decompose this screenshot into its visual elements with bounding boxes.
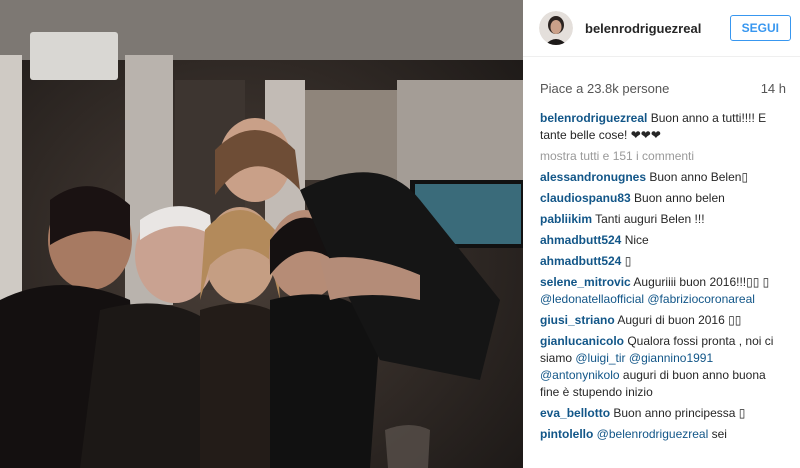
post-header: belenrodriguezreal SEGUI	[523, 0, 800, 57]
comment-username[interactable]: eva_bellotto	[540, 406, 610, 420]
comment: claudiospanu83 Buon anno belen	[540, 190, 786, 207]
comment-username[interactable]: gianlucanicolo	[540, 334, 624, 348]
caption: belenrodriguezreal Buon anno a tutti!!!!…	[540, 110, 786, 144]
comment-username[interactable]: pabliikim	[540, 212, 592, 226]
follow-button[interactable]: SEGUI	[729, 15, 791, 41]
caption-username[interactable]: belenrodriguezreal	[540, 111, 647, 125]
comment: ahmadbutt524 Nice	[540, 232, 786, 249]
avatar[interactable]	[539, 11, 573, 45]
comment: gianlucanicolo Qualora fossi pronta , no…	[540, 333, 786, 401]
comment-username[interactable]: giusi_striano	[540, 313, 615, 327]
comment-text: Nice	[621, 233, 649, 247]
comment-username[interactable]: alessandronugnes	[540, 170, 646, 184]
show-all-comments-link[interactable]: mostra tutti e 151 i commenti	[540, 148, 786, 165]
comment-username[interactable]: pintolello	[540, 427, 593, 441]
comment-text: Buon anno Belen▯	[646, 170, 749, 184]
avatar-image	[539, 11, 573, 45]
mention-link[interactable]: @luigi_tir	[575, 351, 625, 365]
mention-link[interactable]: @antonynikolo	[540, 368, 620, 382]
post-time[interactable]: 14 h	[761, 81, 786, 96]
post-sidebar: belenrodriguezreal SEGUI Piace a 23.8k p…	[523, 0, 800, 468]
comment-text: Auguriiii buon 2016!!!▯▯ ▯	[630, 275, 770, 289]
post-viewer: belenrodriguezreal SEGUI Piace a 23.8k p…	[0, 0, 800, 468]
comment-text: Buon anno principessa ▯	[610, 406, 746, 420]
comment-text: Buon anno belen	[630, 191, 725, 205]
post-meta: Piace a 23.8k persone 14 h	[523, 57, 800, 96]
comment-username[interactable]: selene_mitrovic	[540, 275, 631, 289]
comment: pabliikim Tanti auguri Belen !!!	[540, 211, 786, 228]
comment-username[interactable]: ahmadbutt524	[540, 254, 621, 268]
comment-text: ▯	[621, 254, 632, 268]
comments-list: belenrodriguezreal Buon anno a tutti!!!!…	[523, 96, 800, 443]
mention-link[interactable]: @fabriziocoronareal	[647, 292, 755, 306]
comment-username[interactable]: claudiospanu83	[540, 191, 631, 205]
mention-link[interactable]: @giannino1991	[629, 351, 713, 365]
mention-link[interactable]: @ledonatellaofficial	[540, 292, 644, 306]
comment: alessandronugnes Buon anno Belen▯	[540, 169, 786, 186]
comment: pintolello @belenrodriguezreal sei	[540, 426, 786, 443]
comment-username[interactable]: ahmadbutt524	[540, 233, 621, 247]
comment-text: Tanti auguri Belen !!!	[592, 212, 705, 226]
post-photo[interactable]	[0, 0, 523, 468]
comment-text-tail: sei	[708, 427, 727, 441]
likes-count[interactable]: Piace a 23.8k persone	[540, 81, 669, 96]
comment: eva_bellotto Buon anno principessa ▯	[540, 405, 786, 422]
mention-link[interactable]: @belenrodriguezreal	[597, 427, 709, 441]
photo-illustration	[0, 0, 523, 468]
username[interactable]: belenrodriguezreal	[585, 21, 730, 36]
comment: giusi_striano Auguri di buon 2016 ▯▯	[540, 312, 786, 329]
comment: ahmadbutt524 ▯	[540, 253, 786, 270]
comment: selene_mitrovic Auguriiii buon 2016!!!▯▯…	[540, 274, 786, 308]
comment-text: Auguri di buon 2016 ▯▯	[614, 313, 742, 327]
